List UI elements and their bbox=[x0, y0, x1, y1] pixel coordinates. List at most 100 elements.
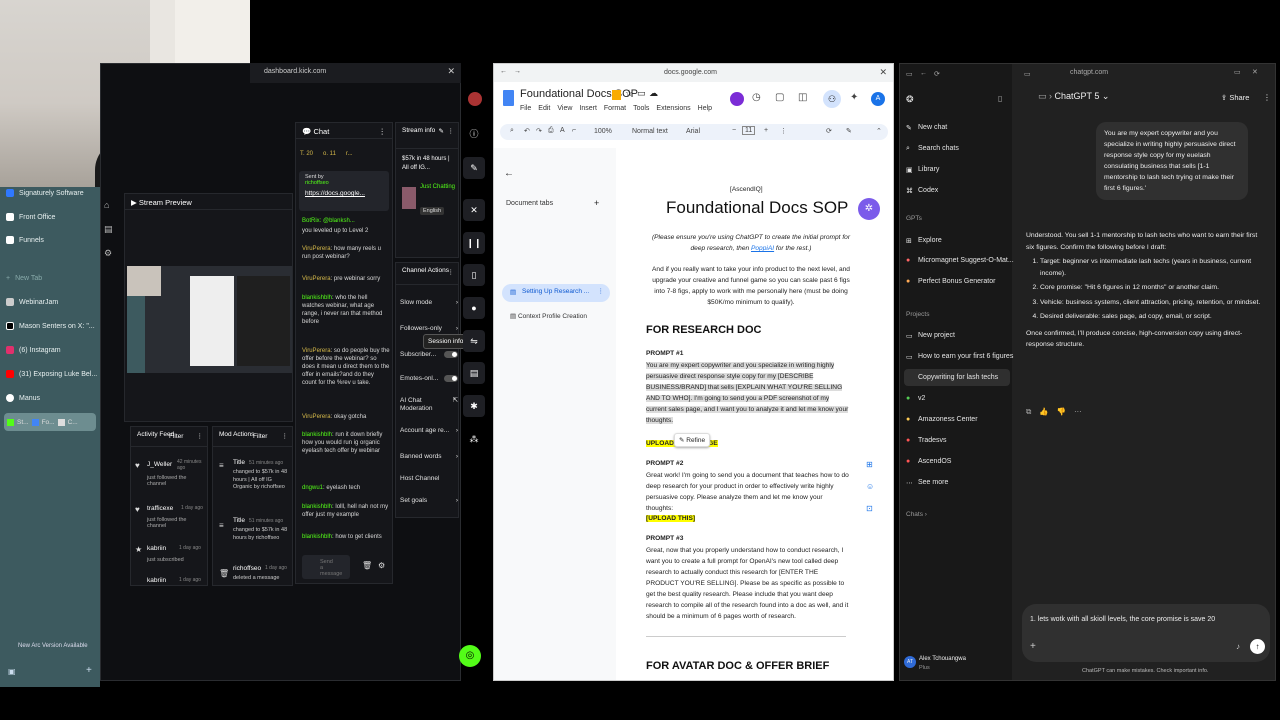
arc-update-notice[interactable]: New Arc Version Available bbox=[18, 643, 88, 649]
font-size-input[interactable]: 11 bbox=[742, 126, 756, 135]
account-avatar[interactable]: A bbox=[871, 92, 885, 106]
banned-words-button[interactable]: Banned words › bbox=[400, 453, 458, 460]
plus-icon[interactable]: + bbox=[1030, 641, 1036, 652]
copy-icon[interactable]: ⧉ bbox=[1026, 407, 1031, 417]
sidebar-close-icon[interactable]: ▯ bbox=[998, 94, 1002, 103]
composer-input[interactable]: 1. lets wotk with all skioll levels, the… bbox=[1030, 616, 1215, 623]
gemini-float-icon[interactable]: ✲ bbox=[858, 198, 880, 220]
chats-section[interactable]: Chats › bbox=[906, 511, 927, 518]
sparkle-icon[interactable]: ✦ bbox=[850, 92, 858, 103]
info-icon[interactable]: ⓘ bbox=[463, 123, 485, 145]
filter-button[interactable]: Filter bbox=[169, 433, 183, 440]
arc-tab[interactable]: C... bbox=[68, 419, 78, 426]
arc-item[interactable]: WebinarJam bbox=[6, 298, 58, 306]
gear-icon[interactable]: ⚙ bbox=[104, 248, 112, 259]
edit-icon[interactable]: ✎ bbox=[463, 157, 485, 179]
comment-icon[interactable]: ▢ bbox=[775, 92, 784, 103]
arc-item[interactable]: Front Office bbox=[6, 213, 55, 221]
arc-item[interactable]: Mason Senters on X: "... bbox=[6, 322, 95, 330]
avatar[interactable] bbox=[468, 92, 482, 106]
gpt-item[interactable]: ● Perfect Bonus Generator bbox=[906, 278, 995, 285]
arc-item[interactable]: Funnels bbox=[6, 236, 44, 244]
menu-edit[interactable]: Edit bbox=[538, 105, 550, 112]
more-icon[interactable]: ⋮ bbox=[1263, 93, 1271, 102]
star-icon[interactable]: ☆ bbox=[625, 88, 633, 99]
docs-logo-icon[interactable] bbox=[503, 90, 514, 106]
emotes-only-toggle[interactable]: Emotes-onl... bbox=[400, 375, 458, 382]
more-icon[interactable]: ⋮ bbox=[282, 433, 289, 440]
arc-item[interactable]: Manus bbox=[6, 394, 40, 402]
arc-item[interactable]: Signaturely Software bbox=[6, 189, 84, 197]
menu-insert[interactable]: Insert bbox=[579, 105, 597, 112]
note-link[interactable]: PoppiAI bbox=[751, 245, 774, 252]
arc-new-tab[interactable]: + New Tab bbox=[6, 275, 42, 282]
spellcheck-icon[interactable]: A bbox=[560, 127, 565, 134]
search-chats-button[interactable]: ⌕ Search chats bbox=[906, 145, 959, 152]
wrench-icon[interactable]: ✱ bbox=[463, 395, 485, 417]
history-icon[interactable]: ◷ bbox=[752, 92, 761, 103]
headset-icon[interactable]: ◎ bbox=[459, 645, 481, 667]
subscriber-toggle[interactable]: Subscriber... bbox=[400, 351, 458, 358]
list-icon[interactable]: ▤ bbox=[463, 362, 485, 384]
composer[interactable]: 1. lets wotk with all skioll levels, the… bbox=[1022, 604, 1270, 662]
pause-icon[interactable]: ❙❙ bbox=[463, 232, 485, 254]
stream-preview-video[interactable] bbox=[127, 266, 292, 373]
send-icon[interactable]: ↑ bbox=[1250, 639, 1265, 654]
search-icon[interactable]: ⌕ bbox=[510, 127, 514, 135]
arc-item[interactable]: (31) Exposing Luke Bel... bbox=[6, 370, 97, 378]
menu-view[interactable]: View bbox=[557, 105, 572, 112]
gear-icon[interactable]: ⚙ bbox=[378, 561, 385, 570]
plus-icon[interactable]: + bbox=[86, 665, 92, 676]
sidebar-toggle-icon[interactable]: ▭ bbox=[906, 70, 913, 78]
minus-icon[interactable]: − bbox=[732, 127, 736, 134]
user-avatar[interactable]: AT bbox=[904, 656, 916, 668]
pinned-link[interactable]: https://docs.google... bbox=[305, 190, 383, 197]
arc-tab[interactable]: St... bbox=[17, 419, 29, 426]
project-item[interactable]: ▭ How to earn your first 6 figures bbox=[906, 353, 1013, 361]
menu-file[interactable]: File bbox=[520, 105, 531, 112]
project-item[interactable]: ● v2 bbox=[906, 395, 925, 402]
pinned-message[interactable]: Sent by richoffseo https://docs.google..… bbox=[299, 171, 389, 211]
zoom-select[interactable]: 100% bbox=[594, 128, 612, 135]
redo-icon[interactable]: ↷ bbox=[536, 127, 542, 135]
kick-url-bar[interactable]: dashboard.kick.com ✕ bbox=[250, 63, 461, 83]
undo-icon[interactable]: ↶ bbox=[524, 127, 530, 135]
project-item[interactable]: ● Tradesvs bbox=[906, 437, 947, 444]
arc-tab[interactable]: Fo... bbox=[42, 419, 55, 426]
back-arrow-icon[interactable]: ← bbox=[504, 168, 514, 179]
add-comment-icon[interactable]: ⊞ bbox=[866, 460, 873, 469]
style-select[interactable]: Normal text bbox=[632, 128, 668, 135]
close-icon[interactable]: ✕ bbox=[1252, 68, 1258, 76]
ai-moderation-button[interactable]: AI Chat Moderation ⇱ bbox=[400, 397, 458, 413]
tab-setting-up-research[interactable]: ▤ Setting Up Research ... ⋮ bbox=[502, 284, 610, 302]
docs-url-bar[interactable]: ← → docs.google.com ✕ bbox=[494, 64, 893, 82]
emoji-icon[interactable]: ☺ bbox=[866, 482, 874, 491]
forward-icon[interactable]: → bbox=[514, 68, 521, 75]
paint-format-icon[interactable]: ⌐ bbox=[572, 127, 576, 134]
project-item-active[interactable]: Copywriting for lash techs bbox=[918, 374, 998, 381]
suggest-icon[interactable]: ⊡ bbox=[866, 504, 873, 513]
project-item[interactable]: ▭ New project bbox=[906, 332, 955, 340]
share-icon[interactable]: ⚇ bbox=[823, 90, 841, 108]
archive-icon[interactable]: ▣ bbox=[8, 667, 16, 676]
menu-extensions[interactable]: Extensions bbox=[656, 105, 690, 112]
project-item[interactable]: ● Amazoness Center bbox=[906, 416, 978, 423]
meet-icon[interactable]: ◫ bbox=[798, 92, 807, 103]
thumbs-up-icon[interactable]: 👍 bbox=[1039, 407, 1048, 417]
folder-icon[interactable]: ▭ bbox=[637, 88, 646, 99]
menu-tools[interactable]: Tools bbox=[633, 105, 649, 112]
home-icon[interactable]: ⌂ bbox=[104, 200, 109, 210]
add-tab-icon[interactable]: + bbox=[594, 198, 599, 208]
nodes-icon[interactable]: ⁂ bbox=[463, 428, 485, 450]
slow-mode-toggle[interactable]: Slow mode › bbox=[400, 299, 458, 306]
gpt-item[interactable]: ● Micromagnet Suggest-O-Mat... bbox=[906, 257, 1014, 264]
window-icon[interactable]: ▭ bbox=[1234, 68, 1241, 76]
more-icon[interactable]: ⋮ bbox=[448, 127, 455, 135]
codex-button[interactable]: ⌘ Codex bbox=[906, 187, 938, 195]
more-icon[interactable]: ⋮ bbox=[197, 433, 204, 440]
document-page[interactable]: [AscendIQ] Foundational Docs SOP (Please… bbox=[616, 148, 886, 680]
close-icon[interactable]: ✕ bbox=[879, 67, 887, 78]
sync-icon[interactable]: ⟳ bbox=[826, 127, 832, 135]
openai-logo-icon[interactable]: ❂ bbox=[906, 94, 914, 105]
menu-format[interactable]: Format bbox=[604, 105, 626, 112]
